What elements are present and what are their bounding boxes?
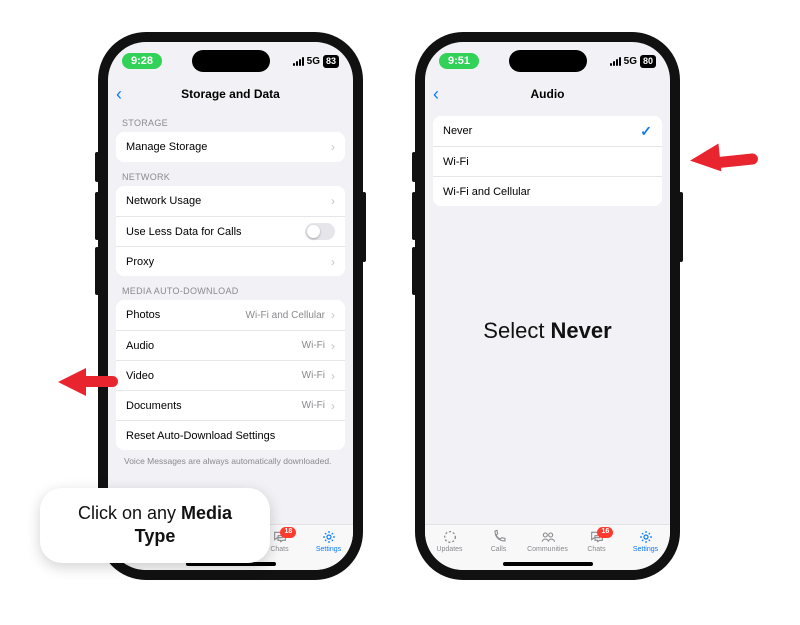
phone-icon [490, 529, 508, 545]
row-less-data[interactable]: Use Less Data for Calls [116, 216, 345, 246]
battery-icon: 80 [640, 55, 656, 68]
back-button[interactable]: ‹ [116, 85, 122, 103]
chevron-right-icon: › [331, 308, 335, 322]
tab-label: Updates [436, 546, 462, 553]
chevron-right-icon: › [331, 369, 335, 383]
callout-text: Click on any [78, 503, 181, 523]
callout-media-type: Click on any Media Type [40, 488, 270, 563]
row-documents[interactable]: Documents Wi-Fi › [116, 390, 345, 420]
option-label: Wi-Fi and Cellular [443, 186, 530, 198]
row-value: Wi-Fi [302, 370, 325, 381]
section-header-storage: STORAGE [108, 108, 353, 132]
tab-label: Chats [587, 546, 605, 553]
status-circle-icon [441, 529, 459, 545]
battery-icon: 83 [323, 55, 339, 68]
row-label: Photos [126, 309, 160, 321]
tab-communities[interactable]: Communities [523, 529, 572, 553]
row-label: Network Usage [126, 195, 201, 207]
row-reset-autodl[interactable]: Reset Auto-Download Settings [116, 420, 345, 450]
option-wifi[interactable]: Wi-Fi [433, 146, 662, 176]
checkmark-icon: ✓ [640, 123, 652, 140]
callout-select-never: Select Never [425, 318, 670, 344]
signal-icon [610, 57, 621, 66]
phone-screen: 9:51 5G 80 ‹ Audio Never ✓ [425, 42, 670, 570]
tab-label: Settings [316, 546, 341, 553]
row-label: Video [126, 370, 154, 382]
row-photos[interactable]: Photos Wi-Fi and Cellular › [116, 300, 345, 330]
tab-settings[interactable]: Settings [304, 529, 353, 553]
chat-badge: 16 [597, 527, 613, 538]
tab-label: Calls [491, 546, 507, 553]
row-label: Use Less Data for Calls [126, 226, 242, 238]
toggle-less-data[interactable] [305, 223, 335, 240]
row-label: Reset Auto-Download Settings [126, 430, 275, 442]
section-header-network: NETWORK [108, 162, 353, 186]
row-value: Wi-Fi and Cellular [246, 310, 325, 321]
row-label: Proxy [126, 256, 154, 268]
page-title: Audio [531, 87, 565, 101]
tab-calls[interactable]: Calls [474, 529, 523, 553]
row-video[interactable]: Video Wi-Fi › [116, 360, 345, 390]
section-footer: Voice Messages are always automatically … [108, 450, 353, 472]
dynamic-island [509, 50, 587, 72]
chevron-right-icon: › [331, 255, 335, 269]
settings-content: STORAGE Manage Storage › NETWORK Network… [108, 108, 353, 524]
gear-icon [320, 529, 338, 545]
row-label: Manage Storage [126, 141, 207, 153]
status-time: 9:51 [439, 53, 479, 69]
tab-label: Chats [270, 546, 288, 553]
row-audio[interactable]: Audio Wi-Fi › [116, 330, 345, 360]
nav-bar: ‹ Audio [425, 80, 670, 108]
network-label: 5G [307, 56, 320, 67]
tab-label: Communities [527, 546, 568, 553]
row-value: Wi-Fi [302, 400, 325, 411]
option-never[interactable]: Never ✓ [433, 116, 662, 146]
dynamic-island [192, 50, 270, 72]
option-wifi-cellular[interactable]: Wi-Fi and Cellular [433, 176, 662, 206]
page-title: Storage and Data [181, 87, 280, 101]
tab-label: Settings [633, 546, 658, 553]
callout-text: Select [483, 318, 550, 343]
chevron-right-icon: › [331, 140, 335, 154]
nav-bar: ‹ Storage and Data [108, 80, 353, 108]
phone-frame-audio: 9:51 5G 80 ‹ Audio Never ✓ [415, 32, 680, 580]
row-value: Wi-Fi [302, 340, 325, 351]
callout-bold: Never [551, 318, 612, 343]
network-label: 5G [624, 56, 637, 67]
gear-icon [637, 529, 655, 545]
home-indicator[interactable] [503, 562, 593, 566]
tab-updates[interactable]: Updates [425, 529, 474, 553]
option-label: Wi-Fi [443, 156, 469, 168]
section-header-autodl: MEDIA AUTO-DOWNLOAD [108, 276, 353, 300]
chat-badge: 18 [280, 527, 296, 538]
audio-options-content: Never ✓ Wi-Fi Wi-Fi and Cellular Select … [425, 108, 670, 524]
people-icon [539, 529, 557, 545]
tutorial-stage: 9:28 5G 83 ‹ Storage and Data STORAGE Ma… [0, 0, 800, 625]
tab-settings[interactable]: Settings [621, 529, 670, 553]
chevron-right-icon: › [331, 399, 335, 413]
option-label: Never [443, 125, 472, 137]
chevron-right-icon: › [331, 339, 335, 353]
row-label: Audio [126, 340, 154, 352]
tab-chats[interactable]: 16 Chats [572, 529, 621, 553]
row-proxy[interactable]: Proxy › [116, 246, 345, 276]
signal-icon [293, 57, 304, 66]
back-button[interactable]: ‹ [433, 85, 439, 103]
row-network-usage[interactable]: Network Usage › [116, 186, 345, 216]
row-label: Documents [126, 400, 182, 412]
chevron-right-icon: › [331, 194, 335, 208]
row-manage-storage[interactable]: Manage Storage › [116, 132, 345, 162]
status-time: 9:28 [122, 53, 162, 69]
